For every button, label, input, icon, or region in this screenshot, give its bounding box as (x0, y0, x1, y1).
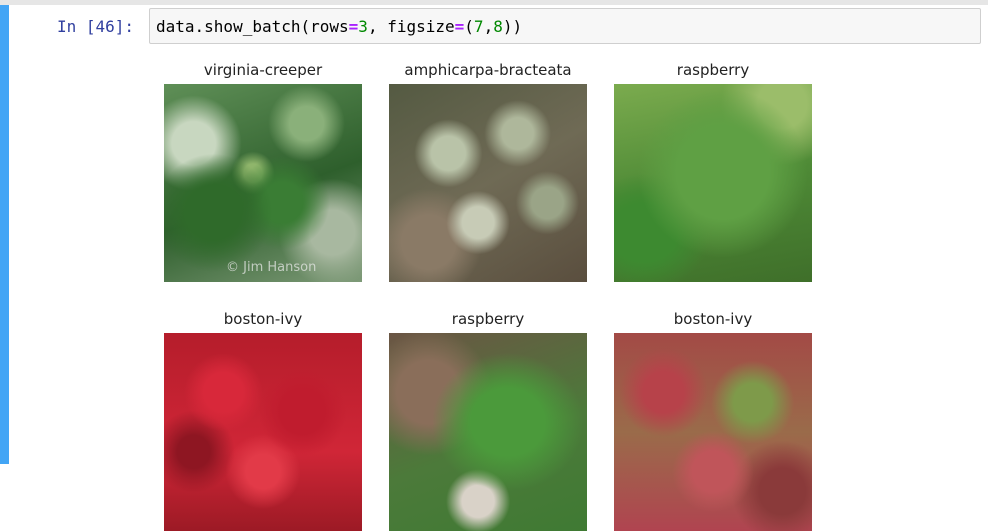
code-arg-figsize-name: figsize (387, 17, 455, 36)
code-figsize-comma: , (483, 17, 494, 36)
code-close: )) (502, 17, 523, 36)
panel-label: virginia-creeper (203, 61, 323, 79)
code-figsize-a: 7 (473, 17, 484, 36)
panel-label: boston-ivy (673, 310, 753, 328)
code-arg-rows-value: 3 (358, 17, 368, 36)
code-eq: = (348, 17, 359, 36)
cell-prompt: In [46]: (57, 17, 135, 36)
panel-image (164, 333, 362, 531)
panel-image: © Jim Hanson (164, 84, 362, 282)
code-call: data.show_batch( (156, 17, 311, 36)
panel-image (389, 84, 587, 282)
code-arg-rows-name: rows (310, 17, 349, 36)
code-sep: , (367, 17, 388, 36)
image-watermark: © Jim Hanson (226, 260, 317, 275)
panel-label: raspberry (451, 310, 525, 328)
panel-image (389, 333, 587, 531)
panel-label: amphicarpa-bracteata (404, 61, 572, 79)
code-paren-open: ( (464, 17, 474, 36)
code-input[interactable]: data.show_batch(rows=3, figsize=(7,8)) (149, 8, 981, 44)
panel-label: raspberry (676, 61, 750, 79)
code-eq-2: = (454, 17, 465, 36)
panel-image (614, 84, 812, 282)
panel-label: boston-ivy (223, 310, 303, 328)
panel-image (614, 333, 812, 531)
cell-selected-indicator (0, 5, 9, 464)
code-figsize-b: 8 (493, 17, 503, 36)
code-cell[interactable]: In [46]: data.show_batch(rows=3, figsize… (9, 5, 988, 531)
